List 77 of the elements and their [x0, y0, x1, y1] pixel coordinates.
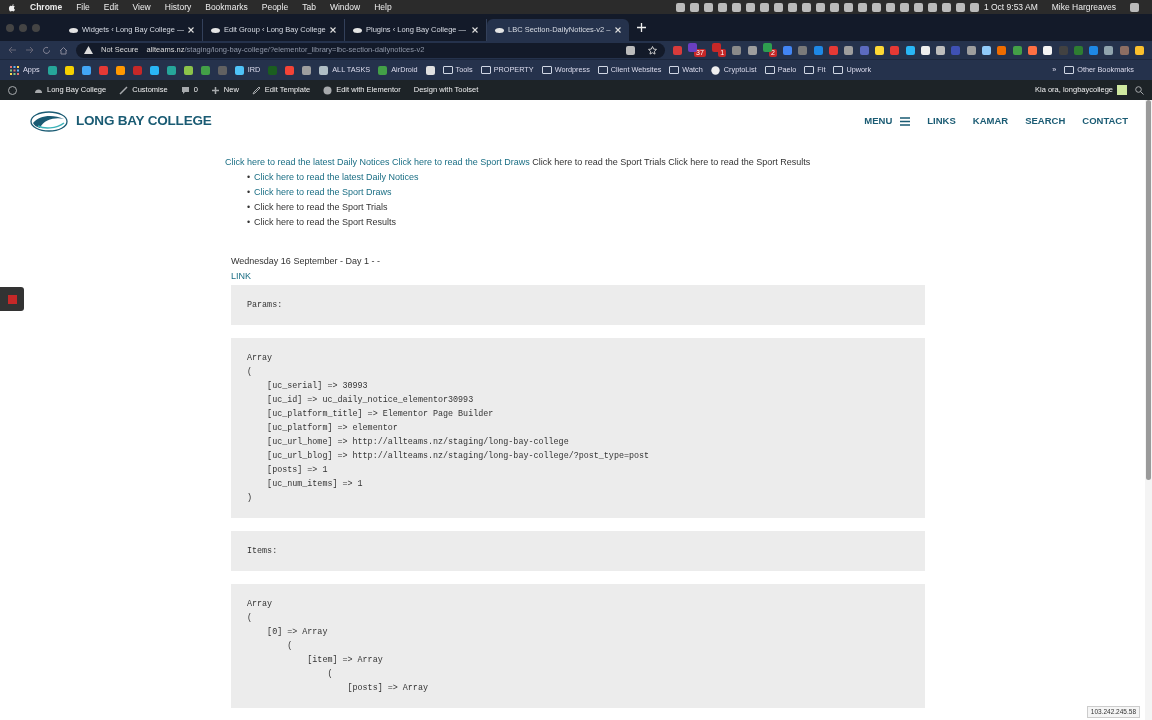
bookmark-icon[interactable] [302, 65, 312, 75]
menu-item[interactable]: View [132, 0, 151, 14]
search-icon[interactable] [1130, 2, 1139, 12]
reload-icon[interactable] [42, 45, 51, 55]
bookmark-icon[interactable] [81, 65, 91, 75]
menu-item[interactable]: People [261, 0, 289, 14]
bullet: • [247, 171, 252, 184]
notice-link[interactable]: Click here to read the Sport Draws [392, 157, 530, 167]
date-text: Wednesday 16 September - Day 1 - - [231, 255, 381, 268]
code-block: Params: [231, 285, 925, 325]
close-icon[interactable] [188, 27, 194, 33]
notice-text: Click here to read the Sport Trials [532, 157, 666, 167]
bullet: • [247, 201, 252, 214]
nav-link[interactable]: CONTACT [1082, 113, 1128, 129]
close-icon[interactable] [330, 27, 336, 33]
warning-icon [84, 46, 93, 54]
menu-item[interactable]: Bookmarks [205, 0, 248, 14]
extension-icon[interactable] [874, 45, 884, 55]
pencil-icon [251, 85, 261, 95]
menu-clock: 1 Oct 9:53 AM [983, 0, 1038, 14]
nav-link[interactable]: KAMAR [972, 113, 1009, 129]
search-icon[interactable] [1135, 85, 1144, 95]
menu-item[interactable]: Window [329, 0, 361, 14]
elementor-icon [323, 85, 333, 95]
nav-link[interactable]: MENU [864, 113, 911, 129]
home-icon[interactable] [59, 45, 68, 55]
code-block: Array ( [uc_serial] => 30993 [uc_id] => uc_daily_notice_elementor30993 [uc_platform_title] => Elementor Page Builder [uc_platform] => elementor [uc_url_home] => http://allteams.nz/staging/long-bay-college [uc_url_blog] => http://allteams.nz/staging/long-bay-college/?post_type=post [posts] => 1 [uc_num_items] => 1 ) [231, 338, 925, 518]
bookmark-icon[interactable] [115, 65, 125, 75]
menu-item[interactable]: History [164, 0, 192, 14]
link[interactable]: LINK [231, 269, 251, 284]
site-logo[interactable]: LONG BAY COLLEGE [30, 110, 212, 132]
notice-link[interactable]: Click here to read the latest Daily Notices [225, 157, 390, 167]
notice-text: Click here to read the Sport Trials [254, 202, 388, 212]
notice-link[interactable]: Click here to read the latest Daily Notices [254, 172, 419, 182]
close-icon[interactable] [615, 27, 621, 33]
extension-icon[interactable] [920, 45, 930, 55]
extension-icon[interactable] [966, 45, 976, 55]
menu-item[interactable]: Edit [103, 0, 119, 14]
bookmark-icon[interactable] [64, 65, 74, 75]
menu-item[interactable]: File [76, 0, 90, 14]
star-icon[interactable] [647, 45, 657, 55]
extension-icon[interactable] [936, 45, 946, 55]
app-menu[interactable]: Chrome [30, 0, 63, 14]
notice-link[interactable]: Click here to read the Sport Draws [254, 187, 392, 197]
menu-item[interactable]: Tab [302, 0, 316, 14]
bookmark-icon[interactable] [183, 65, 193, 75]
code-block: Array ( [0] => Array ( [item] => Array ( [posts] => Array [231, 584, 925, 708]
close-icon[interactable] [472, 27, 478, 33]
comment-icon [180, 85, 190, 95]
brush-icon [119, 85, 129, 95]
extension-icon[interactable] [747, 45, 757, 55]
bullet: • [247, 186, 252, 199]
menu-icon [900, 116, 911, 126]
nav-link[interactable]: SEARCH [1025, 113, 1066, 129]
bookmark-icon [710, 65, 720, 75]
bullet: • [247, 216, 252, 229]
notice-text: Click here to read the Sport Results [668, 157, 811, 167]
nav-link[interactable]: LINKS [927, 113, 956, 129]
extension-icon[interactable] [982, 45, 992, 55]
extension-icon[interactable] [905, 45, 915, 55]
install-icon[interactable] [625, 45, 635, 55]
bookmark-icon[interactable] [200, 65, 210, 75]
bookmark-icon[interactable] [166, 65, 176, 75]
bookmark-icon[interactable] [149, 65, 159, 75]
notice-text: Click here to read the Sport Results [254, 217, 397, 227]
extension-icon[interactable] [1043, 45, 1053, 55]
code-block: Items: [231, 531, 925, 571]
plus-icon [210, 85, 220, 95]
extension-icon[interactable] [844, 45, 854, 55]
new-tab-icon[interactable] [637, 23, 646, 32]
extension-icon[interactable] [1135, 45, 1144, 55]
bookmark-icon[interactable] [425, 65, 435, 75]
extension-icon[interactable] [1104, 45, 1114, 55]
user-name[interactable]: Mike Hargreaves [1051, 0, 1116, 14]
bookmark-icon[interactable] [47, 65, 57, 75]
menu-item[interactable]: Help [374, 0, 392, 14]
apps-grid-icon [10, 65, 19, 75]
